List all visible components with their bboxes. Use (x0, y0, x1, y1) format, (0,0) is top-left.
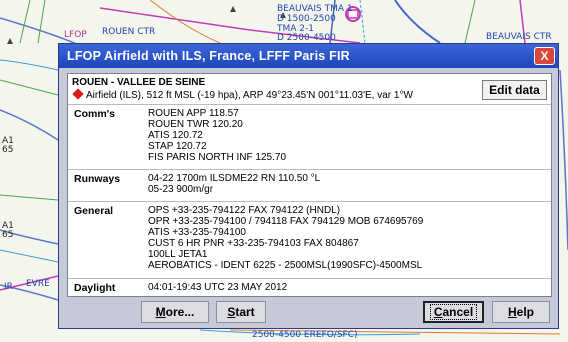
map-label-rouen-ctr: ROUEN CTR (102, 27, 156, 37)
airfield-info-panel: ROUEN - VALLEE DE SEINE Airfield (ILS), … (67, 73, 552, 297)
map-label-65-lower: 65 (2, 230, 14, 240)
section-label: General (74, 205, 114, 217)
map-label-d1500: D 1500-2500 (277, 14, 336, 24)
help-button-accel: H (507, 305, 517, 319)
section-line: 04-22 1700m ILSDME22 RN 110.50 °L (148, 173, 321, 184)
section-line: ATIS +33-235-794100 (148, 227, 246, 238)
section-line: CUST 6 HR PNR +33-235-794103 FAX 804867 (148, 238, 359, 249)
map-label-lfop: LFOP (64, 30, 87, 40)
section-comms: Comm's ROUEN APP 118.57 ROUEN TWR 120.20… (68, 104, 551, 166)
section-label: Runways (74, 173, 121, 185)
close-button[interactable]: X (534, 47, 555, 65)
map-label-beauvais-ctr: BEAUVAIS CTR (486, 32, 552, 42)
section-label: Daylight (74, 282, 116, 294)
airfield-diamond-icon (72, 88, 84, 100)
airfield-name: ROUEN - VALLEE DE SEINE (72, 77, 206, 88)
help-button-label: elp (516, 305, 534, 319)
section-line: 100LL JETA1 (148, 249, 208, 260)
map-label-beauvais-tma1: BEAUVAIS TMA 1 (277, 4, 353, 14)
section-line: OPR +33-235-794100 / 794118 FAX 794129 M… (148, 216, 424, 227)
more-button-label: ore... (165, 305, 195, 319)
section-line: ROUEN APP 118.57 (148, 108, 239, 119)
section-daylight: Daylight 04:01-19:43 UTC 23 MAY 2012 (68, 278, 551, 297)
map-label-d2500: D 2500-4500 (277, 33, 336, 43)
airfield-info-dialog: LFOP Airfield with ILS, France, LFFF Par… (58, 43, 559, 329)
more-button[interactable]: More... (141, 301, 209, 323)
section-line: 05-23 900m/gr (148, 184, 214, 195)
section-runways: Runways 04-22 1700m ILSDME22 RN 110.50 °… (68, 169, 551, 198)
help-button[interactable]: Help (492, 301, 550, 323)
section-values: 04:01-19:43 UTC 23 MAY 2012 (148, 282, 287, 293)
start-button-label: tart (235, 305, 255, 319)
section-general: General OPS +33-235-794122 FAX 794122 (H… (68, 201, 551, 276)
start-button[interactable]: Start (216, 301, 266, 323)
cancel-button-label: ancel (442, 305, 474, 319)
dialog-titlebar[interactable]: LFOP Airfield with ILS, France, LFFF Par… (59, 44, 558, 68)
map-label-65-upper: 65 (2, 145, 14, 155)
section-line: FIS PARIS NORTH INF 125.70 (148, 152, 287, 163)
section-values: 04-22 1700m ILSDME22 RN 110.50 °L 05-23 … (148, 173, 320, 195)
section-values: OPS +33-235-794122 FAX 794122 (HNDL) OPR… (148, 205, 423, 271)
dialog-title: LFOP Airfield with ILS, France, LFFF Par… (67, 49, 350, 63)
section-line: ATIS 120.72 (148, 130, 203, 141)
map-label-ir: IR (4, 282, 13, 292)
more-button-accel: M (155, 305, 166, 319)
airfield-details-text: Airfield (ILS), 512 ft MSL (-19 hpa), AR… (86, 90, 413, 101)
cancel-button-inner: Cancel (429, 304, 478, 320)
airfield-details: Airfield (ILS), 512 ft MSL (-19 hpa), AR… (72, 88, 413, 101)
section-line: AEROBATICS - IDENT 6225 - 2500MSL(1990SF… (148, 260, 423, 271)
section-line: ROUEN TWR 120.20 (148, 119, 243, 130)
section-line: 04:01-19:43 UTC 23 MAY 2012 (148, 282, 288, 293)
cancel-button[interactable]: Cancel (423, 301, 484, 323)
section-line: STAP 120.72 (148, 141, 207, 152)
section-line: OPS +33-235-794122 FAX 794122 (HNDL) (148, 205, 341, 216)
map-label-bottom: 2500-4500 EREFO/SFC) (252, 330, 358, 340)
edit-data-button[interactable]: Edit data (482, 80, 547, 100)
section-values: ROUEN APP 118.57 ROUEN TWR 120.20 ATIS 1… (148, 108, 286, 163)
map-label-evre: EVRE (26, 279, 50, 289)
section-label: Comm's (74, 108, 116, 120)
